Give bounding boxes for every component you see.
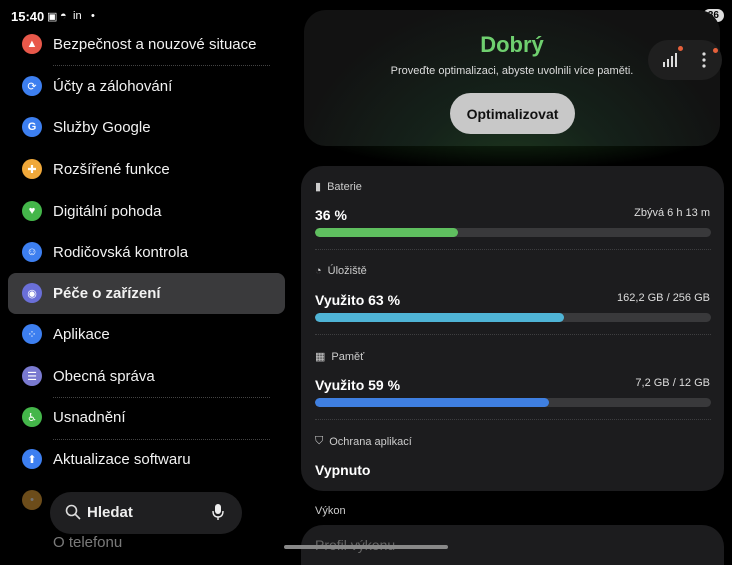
game-icon: ◓ <box>60 10 67 22</box>
shield-icon: ⛉ <box>315 435 324 447</box>
sidebar-item-software-update[interactable]: ⬆ Aktualizace softwaru <box>8 439 285 480</box>
sidebar-item-security[interactable]: ▲ Bezpečnost a nouzové situace <box>8 24 285 65</box>
battery-progress-fill <box>315 228 458 237</box>
performance-section-title: Výkon <box>315 505 346 517</box>
device-care-summary: Dobrý Proveďte optimalizaci, abyste uvol… <box>304 10 722 146</box>
sidebar-item-advanced[interactable]: ✚ Rozšířené funkce <box>8 149 285 190</box>
device-care-icon: ◉ <box>22 283 42 303</box>
memory-amount: 7,2 GB / 12 GB <box>635 377 710 389</box>
notification-dot <box>678 46 683 51</box>
parental-icon: ☺ <box>22 242 42 262</box>
sidebar-item-device-care[interactable]: ◉ Péče o zařízení <box>8 273 285 314</box>
apps-icon: ⁘ <box>22 324 42 344</box>
accessibility-icon: ♿︎ <box>22 407 42 427</box>
divider <box>315 249 711 250</box>
storage-section-header[interactable]: ◔ Úložiště <box>315 265 367 277</box>
storage-progress-fill <box>315 313 565 322</box>
sidebar-item-label: Aktualizace softwaru <box>53 451 191 468</box>
divider <box>315 334 711 335</box>
sync-icon: ⟳ <box>22 76 42 96</box>
sidebar-item-general[interactable]: ☰ Obecná správa <box>8 356 285 397</box>
sliders-icon: ☰ <box>22 366 42 386</box>
sidebar-item-google[interactable]: G Služby Google <box>8 107 285 148</box>
storage-amount: 162,2 GB / 256 GB <box>617 292 710 304</box>
home-indicator[interactable] <box>284 545 448 549</box>
sidebar-item-accounts[interactable]: ⟳ Účty a zálohování <box>8 66 285 107</box>
search-input[interactable]: Hledat <box>87 504 133 521</box>
search-bar[interactable]: Hledat <box>50 492 242 534</box>
sidebar-item-label: Bezpečnost a nouzové situace <box>53 36 257 53</box>
update-icon: ⬆ <box>22 449 42 469</box>
google-icon: G <box>22 117 42 137</box>
sidebar-item-label: Digitální pohoda <box>53 203 162 220</box>
linkedin-icon: in <box>73 10 82 22</box>
sidebar-item-label: Rozšířené funkce <box>53 161 170 178</box>
device-stats-card: ▮ Baterie 36 % Zbývá 6 h 13 m ◔ Úložiště… <box>301 166 724 491</box>
notification-dot <box>713 48 718 53</box>
sidebar-item-label: Účty a zálohování <box>53 78 173 95</box>
app-protection-title: Ochrana aplikací <box>329 435 412 448</box>
sidebar-item-apps[interactable]: ⁘ Aplikace <box>8 314 285 355</box>
sidebar-item-accessibility[interactable]: ♿︎ Usnadnění <box>8 397 285 438</box>
gear-plus-icon: ✚ <box>22 159 42 179</box>
battery-remaining: Zbývá 6 h 13 m <box>634 207 710 219</box>
storage-title: Úložiště <box>327 265 367 277</box>
app-protection-value: Vypnuto <box>315 462 371 478</box>
battery-icon: ▮ <box>315 181 322 193</box>
battery-progress-bar <box>315 228 711 237</box>
memory-progress-fill <box>315 398 549 407</box>
settings-sidebar: ▲ Bezpečnost a nouzové situace ⟳ Účty a … <box>0 28 292 553</box>
battery-title: Baterie <box>327 180 362 193</box>
optimize-button[interactable]: Optimalizovat <box>450 93 575 134</box>
sidebar-item-label: Služby Google <box>53 119 151 136</box>
sidebar-item-wellbeing[interactable]: ♥ Digitální pohoda <box>8 191 285 232</box>
microphone-icon[interactable] <box>212 503 224 521</box>
sidebar-item-label: Aplikace <box>53 326 110 343</box>
memory-chip-icon: ▦ <box>315 351 326 363</box>
status-time: 15:40 <box>11 9 45 24</box>
divider <box>315 419 711 420</box>
storage-value: Využito 63 % <box>315 292 401 308</box>
screenshot-icon: ▣ <box>47 11 58 23</box>
sidebar-item-parental[interactable]: ☺ Rodičovská kontrola <box>8 232 285 273</box>
wellbeing-icon: ♥ <box>22 201 42 221</box>
sidebar-item-label: O telefonu <box>53 534 123 551</box>
memory-value: Využito 59 % <box>315 377 401 393</box>
memory-section-header[interactable]: ▦ Paměť <box>315 350 365 364</box>
stats-icon[interactable] <box>662 52 678 68</box>
sidebar-item-label: Rodičovská kontrola <box>53 244 189 261</box>
memory-progress-bar <box>315 398 711 407</box>
memory-title: Paměť <box>331 350 365 363</box>
more-notifications-icon: • <box>91 10 95 22</box>
app-protection-section-header[interactable]: ⛉ Ochrana aplikací <box>315 435 412 448</box>
search-icon <box>65 504 81 520</box>
sidebar-item-label: Péče o zařízení <box>53 285 161 302</box>
bulb-icon: • <box>22 490 42 510</box>
storage-icon: ◔ <box>315 265 322 277</box>
battery-value: 36 % <box>315 207 347 223</box>
sidebar-item-label: Obecná správa <box>53 368 155 385</box>
storage-progress-bar <box>315 313 711 322</box>
sidebar-item-label: Usnadnění <box>53 409 126 426</box>
battery-section-header[interactable]: ▮ Baterie <box>315 180 362 194</box>
toolbar-buttons <box>648 40 722 80</box>
siren-icon: ▲ <box>22 34 42 54</box>
more-options-icon[interactable] <box>701 52 707 68</box>
